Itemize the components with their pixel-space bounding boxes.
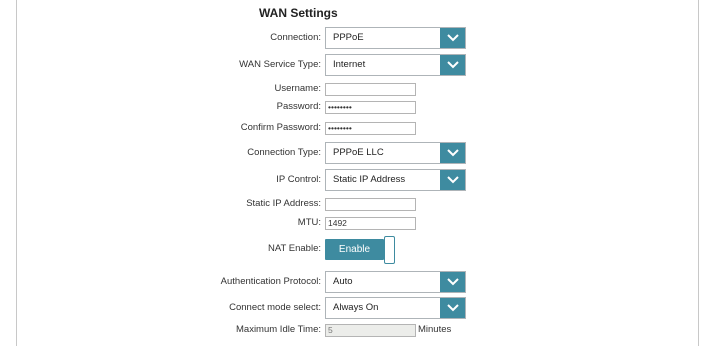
- chevron-down-icon[interactable]: [440, 298, 465, 318]
- auth-protocol-value: Auto: [333, 276, 353, 287]
- password-input[interactable]: ••••••••: [325, 101, 416, 114]
- confirm-password-label: Confirm Password:: [240, 122, 321, 133]
- username-input[interactable]: [325, 83, 416, 96]
- max-idle-time-unit: Minutes: [418, 324, 452, 335]
- toggle-knob[interactable]: [384, 236, 395, 264]
- nat-enable-label: NAT Enable:: [268, 243, 321, 254]
- connect-mode-value: Always On: [333, 302, 379, 313]
- connection-value: PPPoE: [333, 32, 364, 43]
- static-ip-input[interactable]: [325, 198, 416, 211]
- ip-control-label: IP Control:: [276, 174, 321, 185]
- chevron-down-icon[interactable]: [440, 143, 465, 163]
- nat-enable-toggle[interactable]: Enable: [325, 239, 384, 260]
- auth-protocol-label: Authentication Protocol:: [220, 276, 321, 287]
- max-idle-time-label: Maximum Idle Time:: [236, 324, 321, 335]
- wan-service-type-label: WAN Service Type:: [239, 59, 321, 70]
- username-label: Username:: [274, 83, 321, 94]
- connection-select[interactable]: PPPoE: [325, 27, 466, 49]
- auth-protocol-select[interactable]: Auto: [325, 271, 466, 293]
- max-idle-time-input: 5: [325, 324, 416, 337]
- connect-mode-label: Connect mode select:: [229, 302, 321, 313]
- connection-label: Connection:: [270, 32, 321, 43]
- wan-service-type-select[interactable]: Internet: [325, 54, 466, 76]
- section-title: WAN Settings: [259, 6, 338, 20]
- chevron-down-icon[interactable]: [440, 55, 465, 75]
- connection-type-select[interactable]: PPPoE LLC: [325, 142, 466, 164]
- confirm-password-input[interactable]: ••••••••: [325, 122, 416, 135]
- chevron-down-icon[interactable]: [440, 272, 465, 292]
- chevron-down-icon[interactable]: [440, 28, 465, 48]
- ip-control-select[interactable]: Static IP Address: [325, 169, 466, 191]
- static-ip-label: Static IP Address:: [246, 198, 321, 209]
- connection-type-value: PPPoE LLC: [333, 147, 384, 158]
- connection-type-label: Connection Type:: [247, 147, 321, 158]
- mtu-input[interactable]: 1492: [325, 217, 416, 230]
- wan-service-type-value: Internet: [333, 59, 366, 70]
- chevron-down-icon[interactable]: [440, 170, 465, 190]
- mtu-label: MTU:: [297, 217, 321, 228]
- ip-control-value: Static IP Address: [333, 174, 406, 185]
- connect-mode-select[interactable]: Always On: [325, 297, 466, 319]
- password-label: Password:: [276, 101, 321, 112]
